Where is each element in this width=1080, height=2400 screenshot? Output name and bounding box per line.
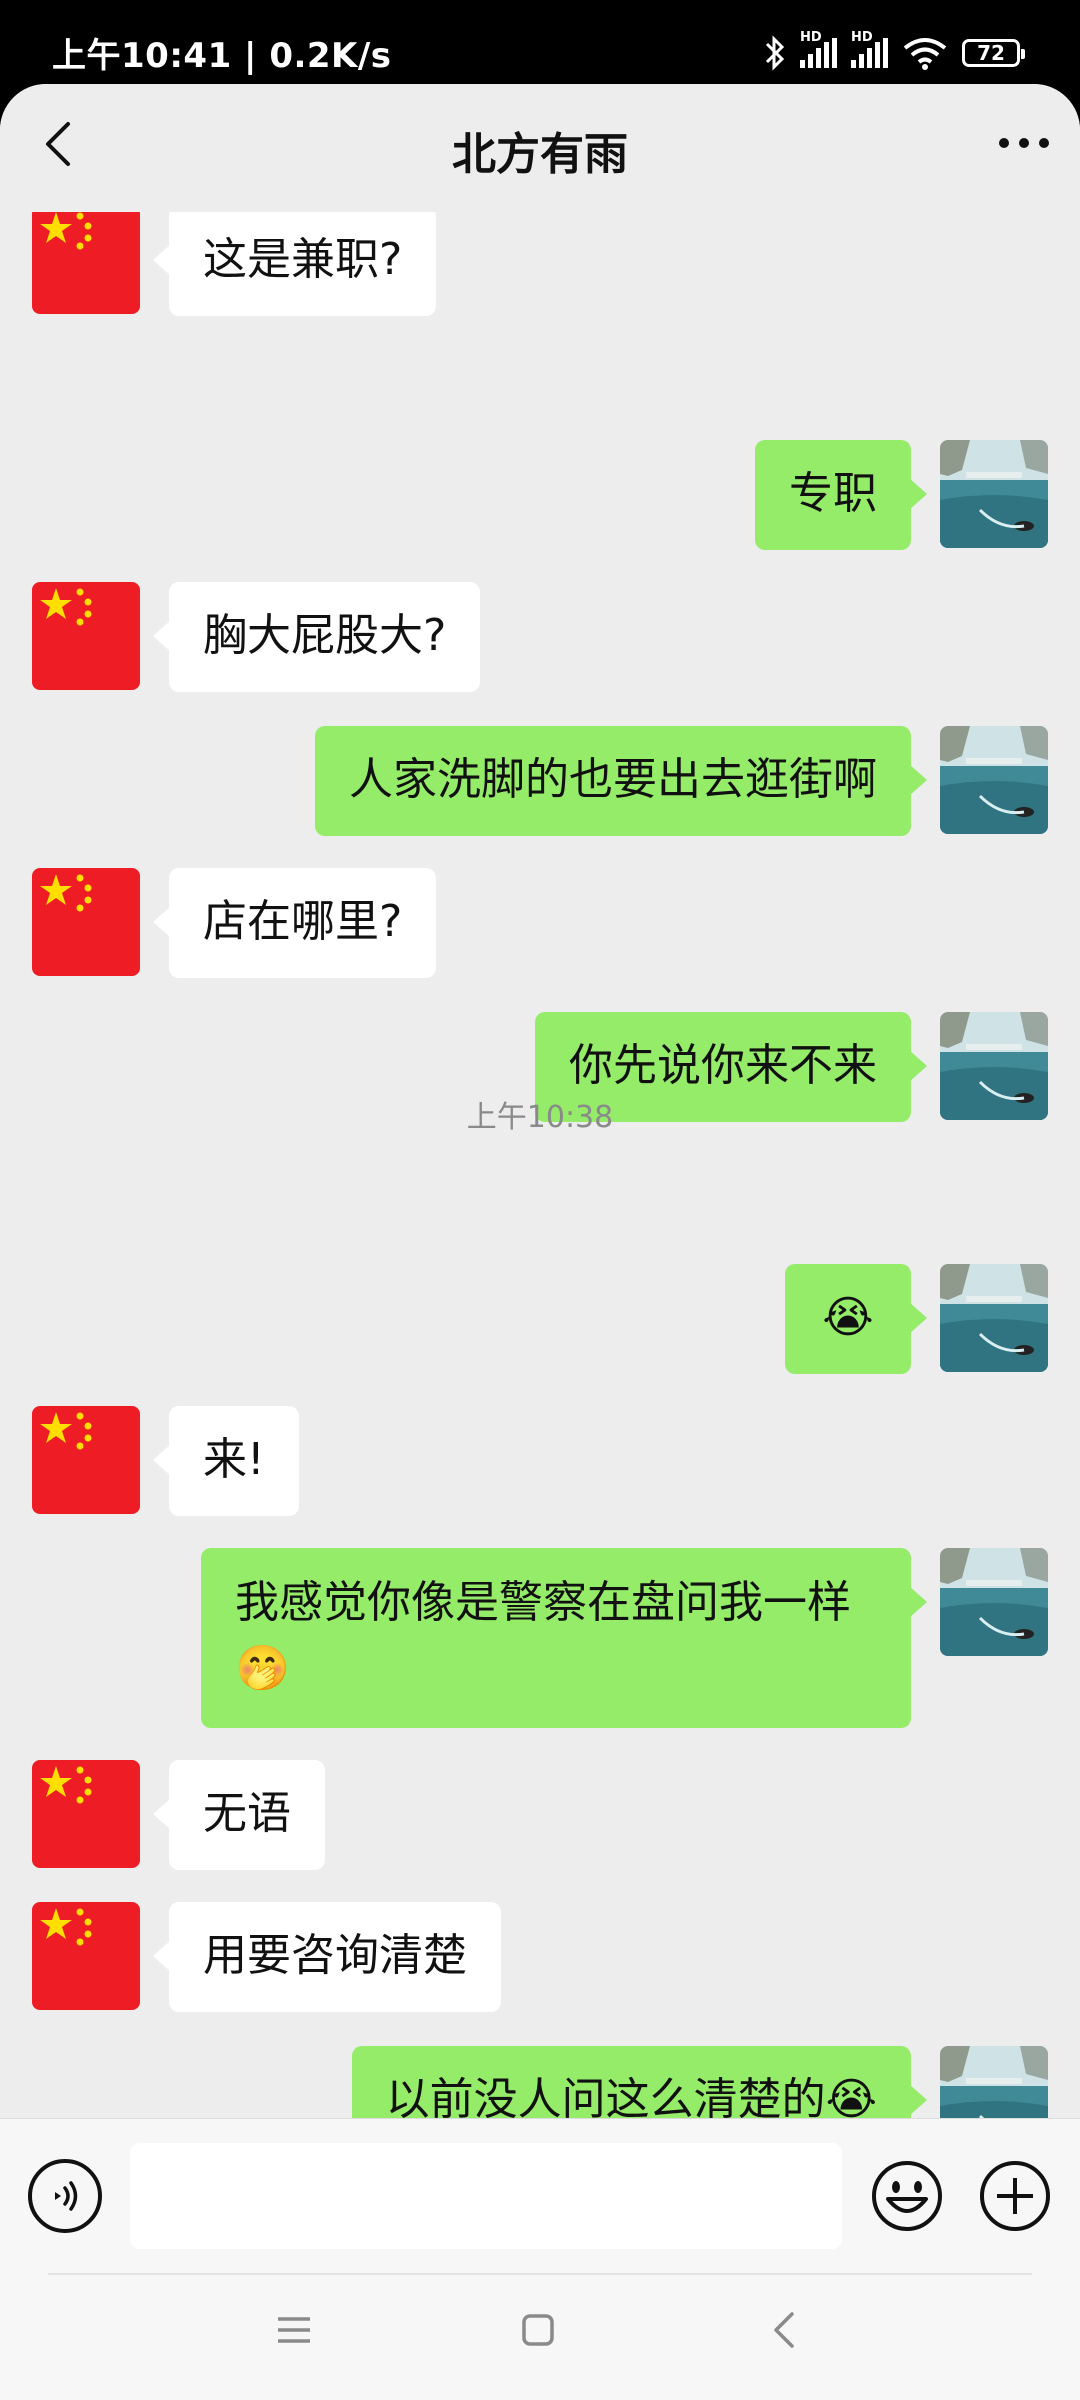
cell-signal-1-icon: HD (800, 30, 837, 68)
more-button[interactable] (994, 118, 1054, 168)
chat-header: 北方有雨 (0, 84, 1080, 212)
message-row: 😭 (0, 1264, 1080, 1374)
sea-boat-avatar (940, 726, 1048, 834)
cell-signal-2-icon: HD (851, 30, 888, 68)
china-flag-avatar (32, 868, 140, 976)
back-triangle-icon (774, 2312, 794, 2348)
china-flag-avatar (32, 212, 140, 314)
sent-message[interactable]: 我感觉你像是警察在盘问我一样🤭 (201, 1548, 927, 1728)
system-nav-bar (0, 2240, 1080, 2400)
laughing-crying-emoji[interactable]: 😭 (785, 1264, 927, 1374)
nav-home-button[interactable] (508, 2300, 568, 2360)
message-row: 以前没人问这么清楚的😭 (0, 2046, 1080, 2118)
bluetooth-icon (765, 35, 785, 71)
status-time: 上午10:41 | 0.2K/s (52, 36, 392, 76)
china-flag-avatar (32, 1406, 140, 1514)
china-flag-avatar (32, 1760, 140, 1868)
received-message[interactable]: 店在哪里? (152, 868, 437, 978)
sent-message[interactable]: 人家洗脚的也要出去逛街啊 (315, 726, 927, 836)
my-avatar[interactable] (940, 1264, 1048, 1372)
message-timestamp: 上午10:38 (466, 1100, 614, 1135)
emoji-button[interactable] (870, 2159, 944, 2233)
status-icons: HD HD 72 (764, 28, 1025, 78)
sea-boat-avatar (940, 1548, 1048, 1656)
message-row: 用要咨询清楚 (0, 1902, 1080, 2012)
nav-menu-button[interactable] (264, 2300, 324, 2360)
received-message[interactable]: 无语 (153, 1760, 325, 1870)
sent-message[interactable]: 专职 (755, 440, 927, 550)
my-avatar[interactable] (940, 726, 1048, 834)
message-row: 胸大屁股大? (0, 582, 1080, 692)
received-message[interactable]: 这是兼职? (152, 212, 437, 316)
status-bar: 上午10:41 | 0.2K/s HD HD 72 (0, 0, 1080, 90)
voice-icon (55, 2181, 78, 2211)
message-input[interactable] (130, 2143, 842, 2249)
contact-avatar[interactable] (32, 868, 140, 976)
message-list[interactable]: 这是兼职? 专职 胸大屁股大? 人家洗脚的也要出去逛街啊 店在哪里? 你先说你来… (0, 212, 1080, 2118)
message-row: 无语 (0, 1760, 1080, 1870)
chat-title: 北方有雨 (452, 129, 628, 180)
menu-icon (278, 2317, 310, 2343)
voice-button[interactable] (28, 2159, 102, 2233)
my-avatar[interactable] (940, 1548, 1048, 1656)
message-row: 店在哪里? (0, 868, 1080, 978)
message-row: 人家洗脚的也要出去逛街啊 (0, 726, 1080, 836)
contact-avatar[interactable] (32, 1406, 140, 1514)
message-row: 这是兼职? (0, 212, 1080, 316)
more-dots-icon (999, 138, 1049, 148)
chat-screen: 北方有雨 这是兼职? 专职 胸大屁股大? 人家洗脚的也要出去逛街啊 店在哪里? … (0, 84, 1080, 2400)
received-message[interactable]: 胸大屁股大? (152, 582, 481, 692)
sea-boat-avatar (940, 1264, 1048, 1372)
contact-avatar[interactable] (32, 582, 140, 690)
received-message[interactable]: 用要咨询清楚 (153, 1902, 501, 2012)
contact-avatar[interactable] (32, 1760, 140, 1868)
nav-back-button[interactable] (754, 2300, 814, 2360)
emoji-icon (872, 2161, 942, 2231)
sea-boat-avatar (940, 440, 1048, 548)
my-avatar[interactable] (940, 2046, 1048, 2118)
contact-avatar[interactable] (32, 212, 140, 314)
my-avatar[interactable] (940, 440, 1048, 548)
message-row: 专职 (0, 440, 1080, 550)
wifi-icon (903, 38, 947, 70)
china-flag-avatar (32, 1902, 140, 2010)
sent-message[interactable]: 以前没人问这么清楚的😭 (351, 2046, 928, 2118)
sea-boat-avatar (940, 2046, 1048, 2118)
contact-avatar[interactable] (32, 1902, 140, 2010)
received-message[interactable]: 来! (153, 1406, 299, 1516)
message-row: 来! (0, 1406, 1080, 1516)
plus-icon (980, 2161, 1050, 2231)
china-flag-avatar (32, 582, 140, 690)
more-functions-button[interactable] (978, 2159, 1052, 2233)
home-square-icon (522, 2314, 554, 2346)
message-row: 我感觉你像是警察在盘问我一样🤭 (0, 1548, 1080, 1728)
battery-indicator: 72 (962, 39, 1025, 67)
